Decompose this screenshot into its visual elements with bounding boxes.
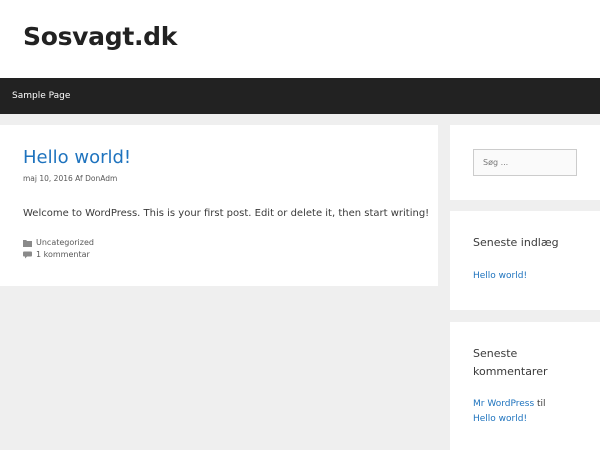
- recent-comments-widget: Seneste kommentarer Mr WordPress til Hel…: [450, 322, 600, 450]
- post-date[interactable]: maj 10, 2016: [23, 174, 73, 183]
- post-category-line: Uncategorized: [23, 238, 94, 247]
- nav-item-sample-page[interactable]: Sample Page: [12, 78, 70, 114]
- post-category[interactable]: Uncategorized: [36, 238, 94, 247]
- main-navigation: Sample Page: [0, 78, 600, 114]
- site-header: Sosvagt.dk: [0, 0, 600, 78]
- folder-icon: [23, 239, 32, 247]
- recent-comments-title: Seneste kommentarer: [473, 347, 548, 378]
- post-title[interactable]: Hello world!: [23, 147, 131, 168]
- comment-author-link[interactable]: Mr WordPress: [473, 399, 534, 409]
- site-title[interactable]: Sosvagt.dk: [23, 22, 177, 51]
- post-comments-line: 1 kommentar: [23, 250, 90, 259]
- post-author[interactable]: DonAdm: [85, 174, 117, 183]
- post-comments-link[interactable]: 1 kommentar: [36, 250, 90, 259]
- recent-comment-item: Mr WordPress til: [473, 399, 546, 409]
- search-widget: [450, 125, 600, 200]
- search-input[interactable]: [473, 149, 577, 176]
- recent-post-link[interactable]: Hello world!: [473, 271, 527, 281]
- comment-icon: [23, 251, 32, 259]
- comment-on-text: til: [537, 399, 546, 409]
- recent-comment-post-line: Hello world!: [473, 414, 527, 424]
- post-body: Welcome to WordPress. This is your first…: [23, 208, 430, 219]
- recent-posts-title: Seneste indlæg: [473, 236, 559, 249]
- comment-post-link[interactable]: Hello world!: [473, 414, 527, 424]
- post-meta: maj 10, 2016 Af DonAdm: [23, 174, 117, 183]
- post-by: Af: [75, 174, 83, 183]
- post-article: Hello world! maj 10, 2016 Af DonAdm Welc…: [0, 125, 438, 286]
- recent-posts-widget: Seneste indlæg Hello world!: [450, 211, 600, 310]
